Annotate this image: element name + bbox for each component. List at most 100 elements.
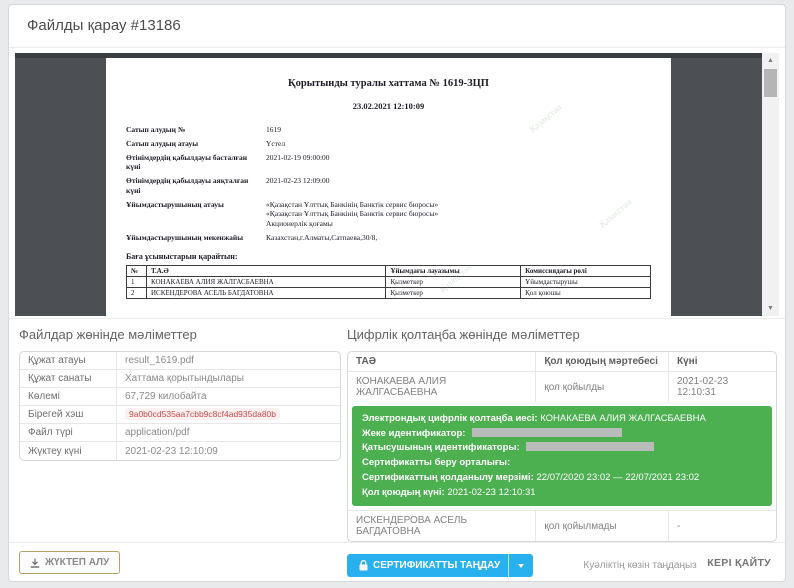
row-label: Файл түрі	[20, 424, 117, 442]
download-button[interactable]: ЖҮКТЕП АЛУ	[19, 551, 120, 574]
column-header: ТАӘ	[348, 352, 536, 372]
scroll-up-icon[interactable]: ▲	[762, 53, 779, 68]
table-row: 1 КОНАКАЕВА АЛИЯ ЖАЛГАСБАЕВНА Қызметкер …	[127, 276, 651, 287]
cert-value: 2021-02-23 12:10:31	[447, 487, 535, 498]
field-label: Сатып алудың атауы	[126, 139, 266, 149]
signer-date: -	[669, 510, 776, 541]
download-button-label: ЖҮКТЕП АЛУ	[45, 557, 109, 568]
table-row: КОНАКАЕВА АЛИЯ ЖАЛГАСБАЕВНА қол қойылды …	[348, 372, 776, 402]
row-value: 2021-02-23 12:10:09	[117, 442, 340, 460]
row-value: 9a0b0cd535aa7cbb9c8cf4ad935da80b	[117, 406, 340, 424]
cert-label: Жеке идентификатор:	[362, 428, 465, 439]
download-icon	[30, 558, 40, 568]
file-info-heading: Файлдар жөнінде мәліметтер	[19, 327, 341, 342]
cell-num: 2	[127, 287, 147, 298]
commission-table: № Т.А.Ә Ұйымдағы лауазымы Комиссиядағы р…	[126, 265, 651, 299]
file-info-section: Файлдар жөнінде мәліметтер Құжат атауы r…	[19, 327, 341, 461]
cert-line: Қол қоюдың күні: 2021-02-23 12:10:31	[362, 486, 762, 501]
file-info-table: Құжат атауы result_1619.pdf Құжат санаты…	[19, 351, 341, 461]
row-value: application/pdf	[117, 424, 340, 442]
pdf-scrollbar[interactable]: ▲ ▼	[762, 53, 779, 316]
signer-name: ИСКЕНДЕРОВА АСЕЛЬ БАГДАТОВНА	[348, 510, 536, 541]
row-label: Жүктеу күні	[20, 442, 117, 460]
cert-label: Қатысушының идентификаторы:	[362, 442, 520, 453]
cell-name: КОНАКАЕВА АЛИЯ ЖАЛГАСБАЕВНА	[146, 276, 385, 287]
document-field: Өтінімдердің қабылдауы аяқталған күні 20…	[126, 176, 671, 196]
field-value: 2021-02-23 12:09:00	[266, 176, 441, 196]
certificate-hint: Куәліктің көзін таңдаңыз	[583, 560, 726, 571]
document-title: Қорытынды туралы хаттама № 1619-ЗЦП	[106, 78, 671, 89]
footer-divider	[9, 542, 785, 543]
cell-position: Қызметкер	[386, 276, 521, 287]
commission-table-heading: Баға ұсыныстарын қарайтын:	[126, 252, 671, 261]
row-value: Хаттама қорытындылары	[117, 370, 340, 388]
signer-date: 2021-02-23 12:10:31	[669, 372, 776, 402]
document-field: Сатып алудың атауы Үстел	[126, 139, 671, 149]
select-certificate-label: СЕРТИФИКАТТЫ ТАҢДАУ	[373, 560, 500, 571]
header-divider	[9, 47, 785, 48]
row-label: Бірегей хэш	[20, 406, 117, 424]
column-header: №	[127, 265, 147, 276]
field-value: Үстел	[266, 139, 441, 149]
file-hash: 9a0b0cd535aa7cbb9c8cf4ad935da80b	[125, 408, 280, 420]
field-label: Өтінімдердің қабылдауы басталған күні	[126, 153, 266, 173]
cell-role: Ұйымдастырушы	[521, 276, 651, 287]
field-value: Казахстан,г.Алматы,Сатпаева,30/8,	[266, 233, 441, 243]
field-label: Ұйымдастырушының мекенжайы	[126, 233, 266, 243]
field-label: Өтінімдердің қабылдауы аяқталған күні	[126, 176, 266, 196]
row-value: result_1619.pdf	[117, 352, 340, 370]
field-value: «Қазақстан Ұлттық Банкінің Банктік серви…	[266, 200, 441, 229]
table-row: Құжат санаты Хаттама қорытындылары	[20, 370, 340, 388]
select-certificate-button[interactable]: СЕРТИФИКАТТЫ ТАҢДАУ	[347, 554, 533, 577]
field-value: 1619	[266, 125, 441, 135]
cert-label: Сертификаттың қолданылу мерзімі:	[362, 472, 534, 483]
cell-position: Қызметкер	[386, 287, 521, 298]
certificate-details-row: Электрондық цифрлік қолтаңба иесі: КОНАК…	[348, 402, 776, 510]
scrollbar-thumb[interactable]	[764, 69, 777, 97]
chevron-down-icon	[518, 564, 524, 568]
cert-line: Қатысушының идентификаторы:	[362, 441, 762, 456]
section-divider	[9, 318, 785, 319]
cert-label: Сертификатты беру орталығы:	[362, 457, 510, 468]
redacted-value	[472, 428, 622, 437]
pdf-viewer: Қазақстан Қазақстан Қазақстан Қорытынды …	[15, 53, 779, 316]
certificate-details-cell: Электрондық цифрлік қолтаңба иесі: КОНАК…	[348, 402, 776, 510]
table-row: Құжат атауы result_1619.pdf	[20, 352, 340, 370]
page-title: Файлды қарау #13186	[27, 17, 181, 34]
table-row: Файл түрі application/pdf	[20, 424, 340, 442]
table-header-row: № Т.А.Ә Ұйымдағы лауазымы Комиссиядағы р…	[127, 265, 651, 276]
row-label: Көлемі	[20, 388, 117, 406]
signature-table: ТАӘ Қол қоюдың мәртебесі Күні КОНАКАЕВА …	[347, 351, 777, 542]
lock-icon	[359, 560, 368, 571]
signature-info-heading: Цифрлік қолтаңба жөнінде мәліметтер	[347, 327, 777, 342]
cert-label: Қол қоюдың күні:	[362, 487, 445, 498]
document-field: Ұйымдастырушының мекенжайы Казахстан,г.А…	[126, 233, 671, 243]
column-header: Комиссиядағы рөлі	[521, 265, 651, 276]
back-button[interactable]: КЕРІ ҚАЙТУ	[707, 557, 771, 569]
field-label: Сатып алудың №	[126, 125, 266, 135]
certificate-details-box: Электрондық цифрлік қолтаңба иесі: КОНАК…	[352, 406, 772, 506]
row-label: Құжат санаты	[20, 370, 117, 388]
field-value: 2021-02-19 09:00:00	[266, 153, 441, 173]
select-certificate-button-main[interactable]: СЕРТИФИКАТТЫ ТАҢДАУ	[347, 554, 508, 577]
signer-name: КОНАКАЕВА АЛИЯ ЖАЛГАСБАЕВНА	[348, 372, 536, 402]
table-row: 2 ИСКЕНДЕРОВА АСЕЛЬ БАГДАТОВНА Қызметкер…	[127, 287, 651, 298]
cert-line: Жеке идентификатор:	[362, 427, 762, 442]
document-datetime: 23.02.2021 12:10:09	[106, 101, 671, 111]
table-row: Көлемі 67,729 килобайта	[20, 388, 340, 406]
signature-info-section: Цифрлік қолтаңба жөнінде мәліметтер ТАӘ …	[347, 327, 777, 577]
column-header: Ұйымдағы лауазымы	[386, 265, 521, 276]
cert-line: Сертификаттың қолданылу мерзімі: 22/07/2…	[362, 471, 762, 486]
document-fields: Сатып алудың № 1619 Сатып алудың атауы Ү…	[126, 125, 671, 243]
column-header: Күні	[669, 352, 776, 372]
cert-label: Электрондық цифрлік қолтаңба иесі:	[362, 413, 538, 424]
scroll-down-icon[interactable]: ▼	[762, 301, 779, 316]
row-label: Құжат атауы	[20, 352, 117, 370]
select-certificate-dropdown[interactable]	[508, 554, 533, 577]
row-value: 67,729 килобайта	[117, 388, 340, 406]
signer-status: қол қойылды	[536, 372, 669, 402]
cell-num: 1	[127, 276, 147, 287]
document-field: Өтінімдердің қабылдауы басталған күні 20…	[126, 153, 671, 173]
cell-name: ИСКЕНДЕРОВА АСЕЛЬ БАГДАТОВНА	[146, 287, 385, 298]
pdf-page: Қазақстан Қазақстан Қазақстан Қорытынды …	[106, 58, 671, 316]
